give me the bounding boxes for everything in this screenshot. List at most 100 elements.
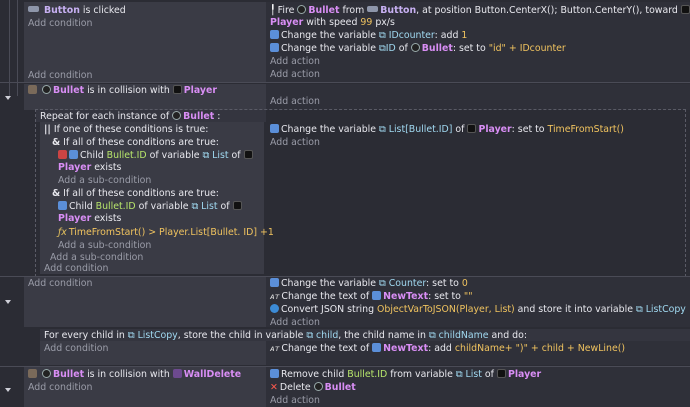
bullet-object-icon bbox=[41, 369, 51, 378]
walldelete-object-name: WallDelete bbox=[183, 369, 242, 380]
concat-value: + IDcounter bbox=[508, 43, 566, 54]
action-text: Convert JSON string bbox=[281, 304, 375, 315]
delete-action[interactable]: ✕ Delete Bullet bbox=[270, 382, 356, 394]
time-compare-condition[interactable]: ƒx TimeFromStart() > Player.List[Bullet. … bbox=[58, 227, 274, 239]
function-icon: ƒx bbox=[58, 227, 67, 238]
event4-condition[interactable]: Bullet is in collision with WallDelete bbox=[28, 369, 241, 381]
repeat-colon: : bbox=[217, 111, 221, 122]
var-name: childName bbox=[438, 330, 489, 341]
string-value: "" bbox=[463, 291, 473, 302]
bullet-object-name: Bullet bbox=[421, 43, 453, 54]
add-condition-link[interactable]: Add condition bbox=[28, 382, 92, 394]
variable-icon bbox=[270, 43, 279, 52]
append-expression: childName+ ")" + child + NewLine() bbox=[454, 343, 626, 354]
add-condition-link[interactable]: Add condition bbox=[44, 263, 108, 275]
add-sub-condition-link[interactable]: Add a sub-condition bbox=[58, 240, 151, 252]
change-idcounter-action[interactable]: Change the variable ⧉ IDcounter: add 1 bbox=[270, 30, 467, 42]
change-text-action[interactable]: ᴀт Change the text of NewText: set to "" bbox=[270, 291, 473, 303]
add-action-link[interactable]: Add action bbox=[270, 96, 320, 108]
newtext-object-icon bbox=[372, 343, 382, 352]
and-condition-2[interactable]: & If all of these conditions are true: bbox=[52, 188, 219, 200]
string-value: "id" bbox=[488, 43, 506, 54]
change-id-action[interactable]: Change the variable ⧉ID of Bullet: set t… bbox=[270, 43, 566, 55]
newtext-object-name: NewText bbox=[383, 343, 429, 354]
collapse-toggle[interactable] bbox=[5, 96, 11, 100]
time-value: TimeFromStart() bbox=[547, 124, 624, 135]
condition-text: is clicked bbox=[82, 5, 126, 16]
fire-action-line2: Player with speed 99 px/s bbox=[270, 17, 395, 29]
add-condition-link[interactable]: Add condition bbox=[28, 70, 92, 82]
add-action-link[interactable]: Add action bbox=[270, 69, 320, 81]
child-exists-condition-1-line2: Player exists bbox=[58, 162, 121, 174]
add-condition-link[interactable]: Add condition bbox=[44, 343, 108, 355]
not-icon bbox=[58, 150, 67, 159]
variable-icon bbox=[270, 124, 279, 133]
button-object-name: Button bbox=[380, 5, 417, 16]
action-text: Remove child bbox=[281, 369, 345, 380]
child-exists-condition-1[interactable]: Child Bullet.ID of variable ⧉ List of bbox=[58, 150, 255, 162]
fire-action[interactable]: ╿ Fire Bullet from Button, at position Bu… bbox=[270, 5, 690, 17]
action-text: Change the text of bbox=[281, 291, 370, 302]
op-text: : add bbox=[428, 343, 452, 354]
change-counter-action[interactable]: Change the variable ⧉ Counter: set to 0 bbox=[270, 278, 468, 290]
player-object-name: Player bbox=[58, 162, 92, 173]
from-text: from bbox=[342, 5, 365, 16]
player-object-name: Player bbox=[270, 17, 304, 28]
or-condition[interactable]: || If one of these conditions is true: bbox=[44, 124, 208, 136]
remove-child-action[interactable]: Remove child Bullet.ID from variable ⧉ L… bbox=[270, 369, 541, 381]
var-name: Counter bbox=[388, 278, 427, 289]
action-text: Change the variable bbox=[281, 124, 377, 135]
add-action-link[interactable]: Add action bbox=[270, 395, 320, 407]
child-exists-condition-2[interactable]: Child Bullet.ID of variable ⧉ List of bbox=[58, 201, 244, 213]
op-text: : set to bbox=[452, 43, 486, 54]
player-object-name: Player bbox=[58, 213, 92, 224]
do-text: and do: bbox=[491, 330, 528, 341]
bullet-object-icon bbox=[313, 382, 323, 391]
button-object-name: Button bbox=[43, 5, 80, 16]
add-action-link[interactable]: Add action bbox=[270, 137, 320, 149]
action-text: Change the text of bbox=[281, 343, 370, 354]
speed-value: 99 bbox=[360, 17, 373, 28]
player-object-name: Player bbox=[507, 369, 542, 380]
change-list-action[interactable]: Change the variable ⧉ List[Bullet.ID] of… bbox=[270, 124, 624, 136]
var-name: List bbox=[465, 369, 482, 380]
add-condition-link[interactable]: Add condition bbox=[28, 278, 92, 290]
op-text: : set to bbox=[426, 278, 459, 289]
bullet-object-name: Bullet bbox=[324, 382, 356, 393]
collapse-toggle[interactable] bbox=[5, 300, 11, 304]
add-condition-link[interactable]: Add condition bbox=[28, 18, 92, 30]
add-action-link[interactable]: Add action bbox=[270, 56, 320, 68]
child-id-value: Bullet.ID bbox=[347, 369, 388, 380]
listcopy-variable: ⧉ ListCopy bbox=[127, 330, 178, 341]
of-text: of bbox=[231, 150, 241, 161]
of-variable-text: of variable bbox=[138, 201, 189, 212]
event2-condition[interactable]: Bullet is in collision with Player bbox=[28, 85, 217, 97]
list-variable: ⧉ List bbox=[455, 369, 482, 380]
button-object-icon bbox=[367, 6, 379, 12]
repeat-header[interactable]: Repeat for each instance of Bullet : bbox=[40, 111, 220, 123]
convert-json-action[interactable]: Convert JSON string ObjectVarToJSON(Play… bbox=[270, 304, 686, 316]
bullet-object-name: Bullet bbox=[183, 111, 215, 122]
and-icon: & bbox=[52, 137, 61, 148]
event1-condition[interactable]: Button is clicked bbox=[28, 5, 126, 17]
for-each-header[interactable]: For every child in ⧉ ListCopy, store the… bbox=[44, 330, 527, 342]
variable-icon bbox=[270, 30, 279, 39]
list-variable: ⧉ List bbox=[202, 150, 229, 161]
add-sub-condition-link[interactable]: Add a sub-condition bbox=[58, 175, 151, 187]
action-text: Change the variable bbox=[281, 30, 377, 41]
op-text: : add bbox=[434, 30, 459, 41]
and-condition-1[interactable]: & If all of these conditions are true: bbox=[52, 137, 219, 149]
speed-unit: px/s bbox=[375, 17, 395, 28]
child-exists-condition-2-line2: Player exists bbox=[58, 213, 121, 225]
add-action-link[interactable]: Add action bbox=[270, 317, 320, 329]
change-text-add-action[interactable]: ᴀт Change the text of NewText: add childN… bbox=[270, 343, 625, 355]
set-value: 0 bbox=[461, 278, 468, 289]
action-text: Change the variable bbox=[281, 43, 377, 54]
player-object-icon bbox=[496, 369, 506, 378]
collapse-toggle[interactable] bbox=[5, 388, 11, 392]
child-name-text: , the child name in bbox=[338, 330, 426, 341]
player-object-icon bbox=[243, 150, 253, 159]
condition-text: is in collision with bbox=[87, 369, 170, 380]
bullet-object-name: Bullet bbox=[308, 5, 340, 16]
repeat-text: Repeat for each instance of bbox=[40, 111, 170, 122]
